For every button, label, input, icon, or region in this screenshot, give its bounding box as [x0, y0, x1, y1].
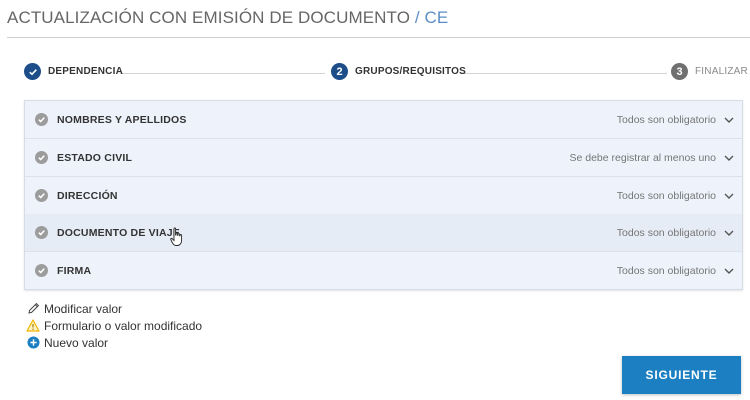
page-title-text: ACTUALIZACIÓN CON EMISIÓN DE DOCUMENTO [7, 8, 411, 27]
group-name: DOCUMENTO DE VIAJE [57, 226, 181, 239]
step-number: 3 [671, 63, 688, 80]
group-status: Todos son obligatorio [616, 189, 716, 202]
warning-icon [26, 319, 40, 333]
next-button[interactable]: SIGUIENTE [622, 356, 741, 394]
step-grupos-requisitos[interactable]: 2 GRUPOS/REQUISITOS [331, 63, 466, 80]
step-finalizar[interactable]: 3 FINALIZAR [671, 63, 748, 80]
hand-pointer-icon [170, 227, 183, 246]
group-name: DIRECCIÓN [57, 189, 118, 202]
legend-new-label: Nuevo valor [44, 335, 109, 350]
step-label: DEPENDENCIA [48, 66, 123, 77]
group-row-nombres-apellidos[interactable]: NOMBRES Y APELLIDOS Todos son obligatori… [25, 101, 742, 139]
legend-modified: Formulario o valor modificado [26, 317, 202, 334]
legend-modified-label: Formulario o valor modificado [44, 318, 203, 333]
group-row-direccion[interactable]: DIRECCIÓN Todos son obligatorio [25, 177, 742, 215]
group-row-documento-viaje[interactable]: DOCUMENTO DE VIAJE Todos son obligatorio [25, 214, 742, 252]
step-label: GRUPOS/REQUISITOS [355, 66, 467, 77]
stepper-line [120, 73, 325, 74]
check-circle-icon [35, 113, 48, 126]
group-status: Todos son obligatorio [616, 113, 716, 126]
group-name: FIRMA [57, 264, 92, 277]
groups-panel: NOMBRES Y APELLIDOS Todos son obligatori… [24, 100, 743, 290]
group-name: NOMBRES Y APELLIDOS [57, 113, 187, 126]
step-number: 2 [331, 63, 348, 80]
legend-modify-label: Modificar valor [44, 301, 123, 316]
chevron-down-icon[interactable] [716, 268, 742, 274]
check-circle-icon [35, 189, 48, 202]
group-status: Todos son obligatorio [616, 264, 716, 277]
check-circle-icon [35, 226, 48, 239]
group-row-estado-civil[interactable]: ESTADO CIVIL Se debe registrar al menos … [25, 139, 742, 177]
check-icon [24, 63, 41, 80]
group-status: Todos son obligatorio [616, 226, 716, 239]
check-circle-icon [35, 264, 48, 277]
page-title: ACTUALIZACIÓN CON EMISIÓN DE DOCUMENTO /… [7, 8, 448, 28]
check-circle-icon [35, 151, 48, 164]
stepper: DEPENDENCIA 2 GRUPOS/REQUISITOS 3 FINALI… [24, 63, 748, 85]
step-dependencia[interactable]: DEPENDENCIA [24, 63, 123, 80]
step-label: FINALIZAR [695, 66, 748, 77]
chevron-down-icon[interactable] [716, 117, 742, 123]
legend: Modificar valor Formulario o valor modif… [26, 300, 202, 351]
plus-circle-icon [26, 336, 40, 350]
group-row-firma[interactable]: FIRMA Todos son obligatorio [25, 252, 742, 289]
document-code: CE [424, 8, 449, 27]
group-status: Se debe registrar al menos uno [569, 151, 716, 164]
chevron-down-icon[interactable] [716, 193, 742, 199]
chevron-down-icon[interactable] [716, 230, 742, 236]
title-divider [7, 37, 750, 38]
chevron-down-icon[interactable] [716, 155, 742, 161]
title-separator: / [410, 8, 425, 27]
legend-modify: Modificar valor [26, 300, 202, 317]
group-name: ESTADO CIVIL [57, 151, 133, 164]
legend-new: Nuevo valor [26, 334, 202, 351]
stepper-line [460, 73, 667, 74]
pencil-icon [26, 302, 40, 316]
